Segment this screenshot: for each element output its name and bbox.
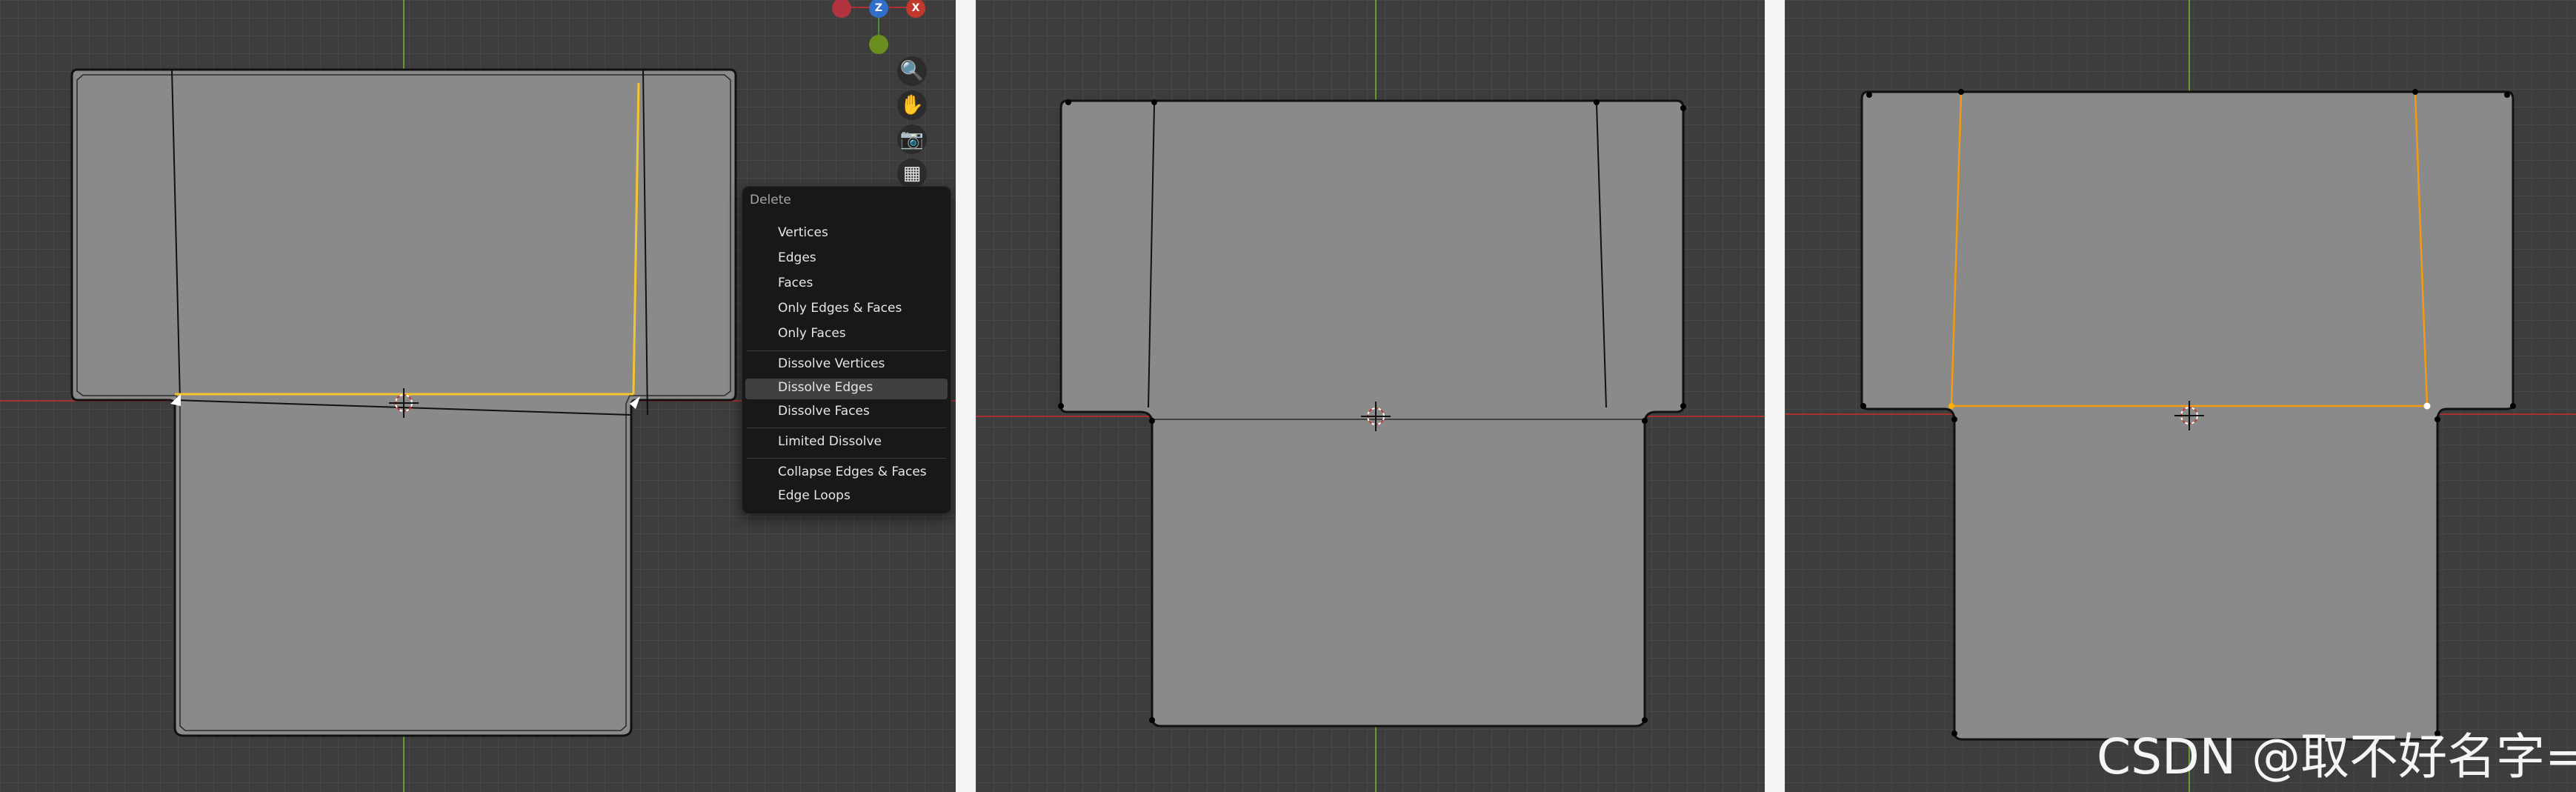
menu-item-dissolve-edges[interactable]: Dissolve Edges <box>778 380 873 395</box>
viewport-panel-3[interactable] <box>1785 0 2576 792</box>
menu-item-dissolve-faces[interactable]: Dissolve Faces <box>778 404 870 419</box>
hand-icon[interactable]: ✋ <box>897 90 927 120</box>
zoom-icon[interactable]: 🔍 <box>897 56 927 86</box>
mesh-canvas-2 <box>976 0 1765 792</box>
menu-item-faces[interactable]: Faces <box>778 276 813 290</box>
menu-separator <box>747 350 946 351</box>
viewport-panel-2[interactable] <box>976 0 1765 792</box>
menu-item-vertices[interactable]: Vertices <box>778 225 828 240</box>
menu-title: Delete <box>750 193 791 207</box>
menu-item-only-faces[interactable]: Only Faces <box>778 326 846 341</box>
menu-item-limited-dissolve[interactable]: Limited Dissolve <box>778 434 882 449</box>
menu-separator <box>747 458 946 459</box>
mesh-canvas-3 <box>1785 0 2576 792</box>
mesh-shape <box>1059 99 1685 728</box>
gizmo-z-label: Z <box>874 2 883 14</box>
camera-icon[interactable]: 📷 <box>897 124 927 154</box>
viewport-panel-1[interactable]: Z X 🔍 ✋ 📷 ▦ Delete Vertices Edges Faces … <box>0 0 956 792</box>
menu-item-edges[interactable]: Edges <box>778 250 816 265</box>
menu-item-dissolve-vertices[interactable]: Dissolve Vertices <box>778 356 885 371</box>
gizmo-x-label: X <box>911 2 920 14</box>
menu-item-edge-loops[interactable]: Edge Loops <box>778 488 851 503</box>
menu-item-collapse-edges-faces[interactable]: Collapse Edges & Faces <box>778 465 927 479</box>
menu-item-only-edges-faces[interactable]: Only Edges & Faces <box>778 301 902 316</box>
grid-icon[interactable]: ▦ <box>897 159 927 188</box>
menu-separator <box>747 427 946 428</box>
watermark: CSDN @取不好名字= <box>2097 728 2576 785</box>
gizmo-neg-y[interactable] <box>869 35 888 54</box>
delete-menu: Delete Vertices Edges Faces Only Edges &… <box>742 186 951 514</box>
